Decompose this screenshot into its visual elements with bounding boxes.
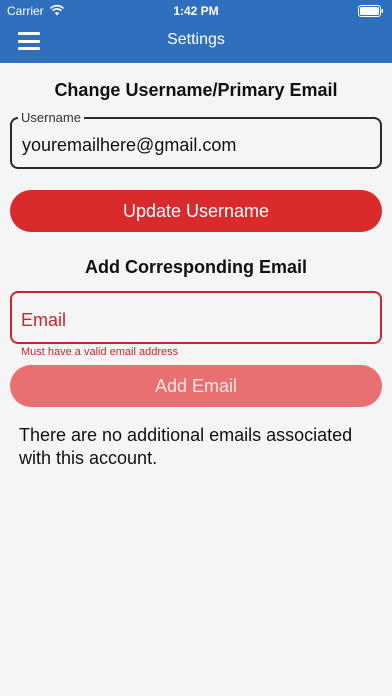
email-error-message: Must have a valid email address [21, 346, 179, 358]
add-email-heading: Add Corresponding Email [84, 257, 307, 277]
username-label: Username [18, 110, 84, 125]
app-header: Carrier 1:42 PM Settings [0, 0, 392, 63]
battery-icon [358, 5, 383, 17]
email-field[interactable]: Email [10, 291, 382, 344]
status-bar: Carrier 1:42 PM [0, 0, 392, 22]
no-emails-message: There are no additional emails associate… [19, 425, 353, 468]
page-title: Settings [167, 31, 225, 48]
email-placeholder: Email [21, 310, 67, 330]
add-email-button[interactable]: Add Email [10, 365, 382, 407]
update-username-button[interactable]: Update Username [10, 190, 382, 232]
username-value[interactable]: youremailhere@gmail.com [22, 135, 236, 156]
username-field[interactable]: Username youremailhere@gmail.com [10, 110, 382, 169]
change-username-heading: Change Username/Primary Email [54, 80, 338, 100]
nav-bar: Settings [0, 22, 392, 63]
status-time: 1:42 PM [173, 4, 219, 18]
